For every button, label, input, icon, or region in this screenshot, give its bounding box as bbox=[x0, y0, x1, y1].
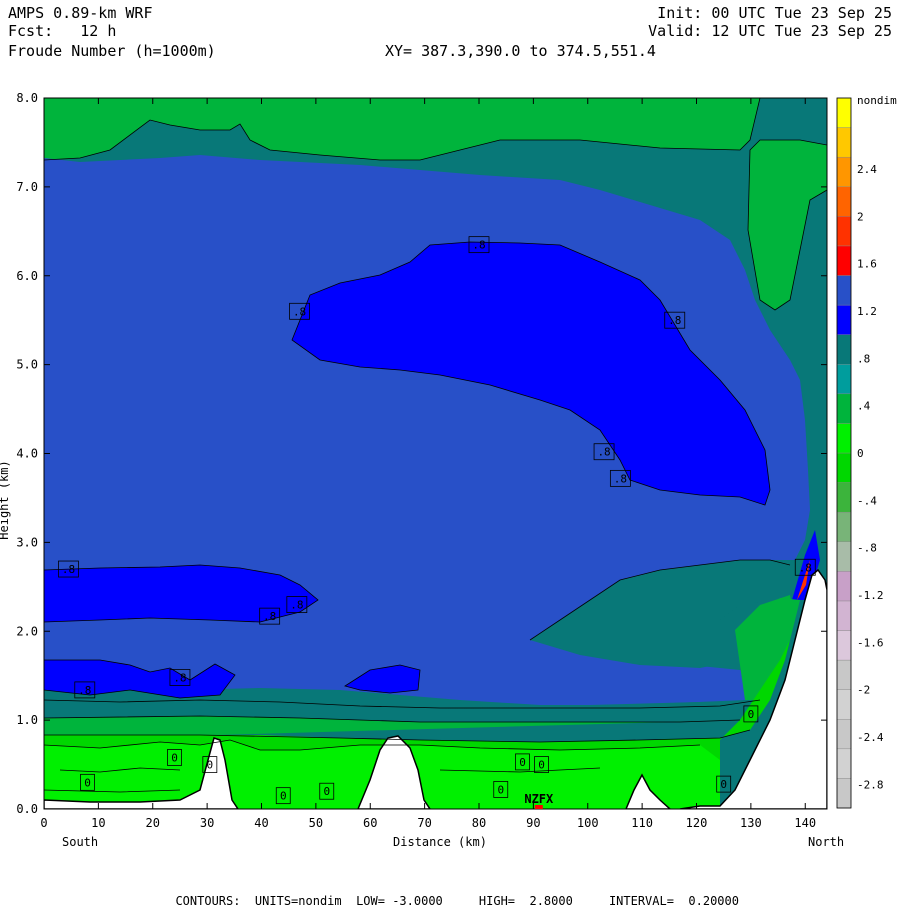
colorbar-segment bbox=[836, 719, 852, 750]
y-tick-label: 2.0 bbox=[16, 624, 38, 638]
colorbar-label: -2.4 bbox=[857, 731, 884, 744]
colorbar-segment bbox=[836, 186, 852, 217]
y-axis-label: Height (km) bbox=[0, 460, 11, 539]
contour-label: .8 bbox=[614, 472, 627, 485]
x-axis-label: Distance (km) bbox=[393, 835, 487, 849]
contour-label: .8 bbox=[472, 239, 485, 252]
colorbar-segment bbox=[836, 452, 852, 483]
x-tick-label: 40 bbox=[254, 816, 268, 830]
south-label: South bbox=[62, 835, 98, 849]
colorbar-segment bbox=[836, 423, 852, 454]
x-tick-label: 80 bbox=[472, 816, 486, 830]
colorbar-labels: 2.4 2 1.6 1.2 .8 .4 0 -.4 -.8 -1.2 -1.6 -2 -2.4 -2.8 bbox=[857, 163, 884, 791]
colorbar-segment bbox=[836, 659, 852, 690]
contour-label: .8 bbox=[597, 446, 610, 459]
contour-label: 0 bbox=[748, 708, 755, 721]
footer-high: HIGH= 2.8000 bbox=[478, 894, 573, 908]
y-tick-label: 7.0 bbox=[16, 180, 38, 194]
footer-units-low: CONTOURS: UNITS=nondim LOW= -3.0000 bbox=[175, 894, 443, 908]
colorbar-segment bbox=[836, 304, 852, 335]
colorbar-segment bbox=[836, 689, 852, 720]
colorbar-label: -.8 bbox=[857, 542, 877, 555]
contour-label: 0 bbox=[538, 759, 545, 772]
x-tick-label: 60 bbox=[363, 816, 377, 830]
contour-label: 0 bbox=[171, 751, 178, 764]
contour-label: .8 bbox=[293, 305, 306, 318]
colorbar bbox=[836, 97, 852, 809]
colorbar-label: -1.2 bbox=[857, 589, 884, 602]
contour-label: .8 bbox=[263, 610, 276, 623]
contour-label: 0 bbox=[280, 790, 287, 803]
contour-label: 0 bbox=[519, 756, 526, 769]
colorbar-segment bbox=[836, 393, 852, 424]
contour-label: .8 bbox=[290, 599, 303, 612]
station-label: NZFX bbox=[524, 792, 554, 806]
y-tick-label: 6.0 bbox=[16, 269, 38, 283]
colorbar-segment bbox=[836, 97, 852, 128]
x-tick-label: 20 bbox=[146, 816, 160, 830]
north-label: North bbox=[808, 835, 844, 849]
colorbar-segment bbox=[836, 630, 852, 661]
colorbar-segment bbox=[836, 541, 852, 572]
contour-label: .8 bbox=[62, 563, 75, 576]
colorbar-label: .8 bbox=[857, 352, 870, 365]
colorbar-label: 1.6 bbox=[857, 258, 877, 271]
colorbar-segment bbox=[836, 245, 852, 276]
colorbar-label: 0 bbox=[857, 447, 864, 460]
x-tick-label: 30 bbox=[200, 816, 214, 830]
colorbar-label: .4 bbox=[857, 400, 871, 413]
y-tick-label: 0.0 bbox=[16, 802, 38, 816]
colorbar-segment bbox=[836, 156, 852, 187]
colorbar-segment bbox=[836, 364, 852, 395]
x-tick-label: 110 bbox=[631, 816, 653, 830]
contour-label: .8 bbox=[78, 684, 91, 697]
colorbar-label: -2.8 bbox=[857, 778, 884, 791]
colorbar-segment bbox=[836, 511, 852, 542]
x-tick-label: 100 bbox=[577, 816, 599, 830]
colorbar-segment bbox=[836, 275, 852, 306]
y-tick-label: 5.0 bbox=[16, 358, 38, 372]
colorbar-label: 2 bbox=[857, 210, 864, 223]
footer-contour-info: CONTOURS: UNITS=nondim LOW= -3.0000 HIGH… bbox=[0, 880, 900, 908]
contour-label: 0 bbox=[323, 785, 330, 798]
x-tick-label: 10 bbox=[91, 816, 105, 830]
colorbar-segment bbox=[836, 216, 852, 247]
x-tick-label: 120 bbox=[686, 816, 708, 830]
colorbar-label: -2 bbox=[857, 684, 870, 697]
footer-interval: INTERVAL= 0.20000 bbox=[608, 894, 739, 908]
contour-label: 0 bbox=[84, 776, 91, 789]
colorbar-segment bbox=[836, 748, 852, 779]
x-tick-label: 70 bbox=[417, 816, 431, 830]
contour-label: .8 bbox=[668, 314, 681, 327]
y-tick-label: 3.0 bbox=[16, 535, 38, 549]
y-tick-label: 1.0 bbox=[16, 713, 38, 727]
colorbar-unit: nondim bbox=[857, 94, 897, 107]
cross-section-plot: .8.8.8.8.8.8.8.8.8.8.80000 00 00 00 NZFX 01… bbox=[0, 91, 897, 849]
contour-label: 0 bbox=[207, 759, 214, 772]
x-tick-label: 50 bbox=[309, 816, 323, 830]
y-tick-label: 8.0 bbox=[16, 91, 38, 105]
contour-label: .8 bbox=[799, 561, 812, 574]
contour-label: .8 bbox=[173, 671, 186, 684]
x-tick-label: 90 bbox=[526, 816, 540, 830]
contour-label: 0 bbox=[497, 783, 504, 796]
x-tick-label: 130 bbox=[740, 816, 762, 830]
y-tick-label: 4.0 bbox=[16, 447, 38, 461]
colorbar-label: 1.2 bbox=[857, 305, 877, 318]
colorbar-segment bbox=[836, 778, 852, 809]
colorbar-segment bbox=[836, 334, 852, 365]
colorbar-segment bbox=[836, 600, 852, 631]
x-tick-label: 140 bbox=[794, 816, 816, 830]
x-tick-label: 0 bbox=[40, 816, 47, 830]
contour-label: 0 bbox=[720, 778, 727, 791]
colorbar-segment bbox=[836, 127, 852, 158]
colorbar-segment bbox=[836, 482, 852, 513]
colorbar-label: -1.6 bbox=[857, 636, 884, 649]
colorbar-label: 2.4 bbox=[857, 163, 877, 176]
colorbar-label: -.4 bbox=[857, 494, 877, 507]
shaded-field bbox=[44, 98, 827, 809]
colorbar-segment bbox=[836, 571, 852, 602]
